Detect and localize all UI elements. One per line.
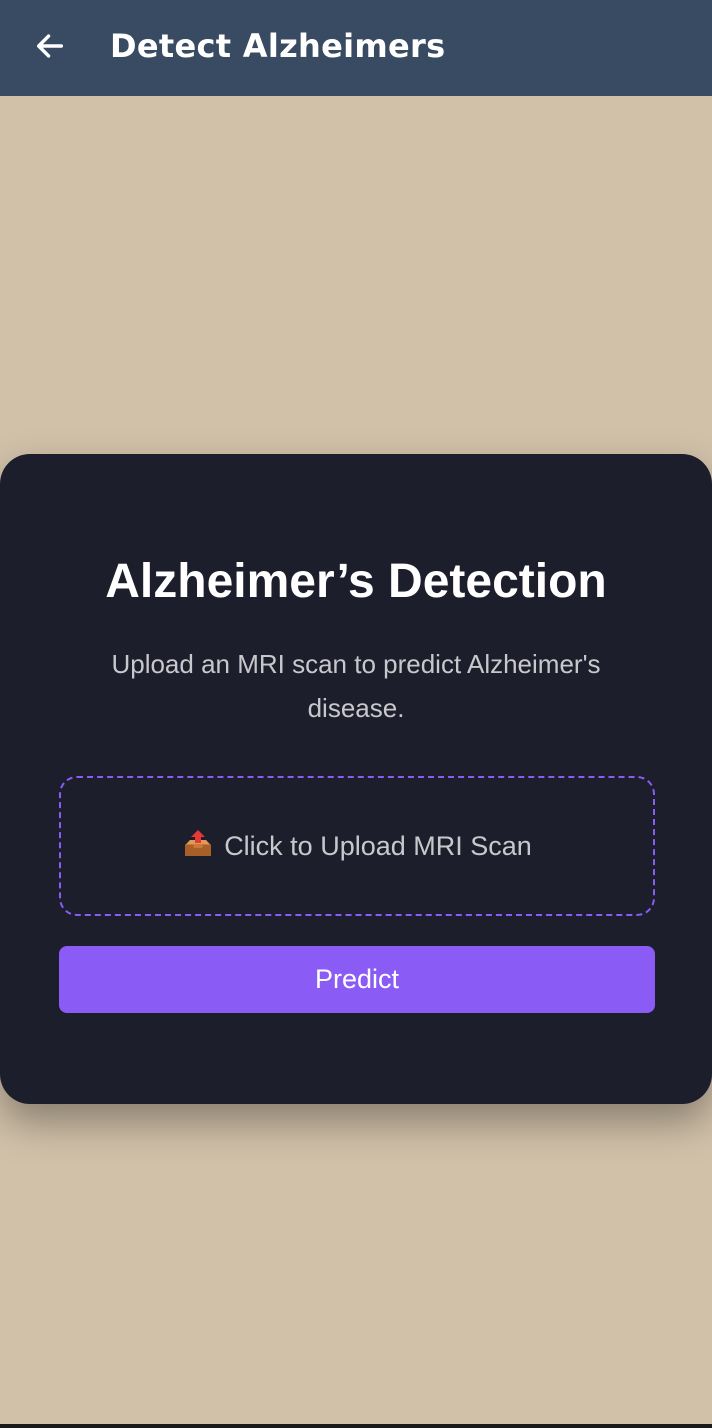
bottom-divider: [0, 1424, 712, 1428]
card-title: Alzheimer’s Detection: [105, 555, 607, 608]
predict-button[interactable]: Predict: [59, 946, 655, 1013]
upload-content: Click to Upload MRI Scan: [182, 829, 532, 863]
card-subtitle: Upload an MRI scan to predict Alzheimer'…: [111, 649, 601, 723]
outbox-tray-icon: [185, 830, 212, 856]
app-bar: Detect Alzheimers: [0, 0, 712, 96]
upload-label: Click to Upload MRI Scan: [224, 831, 532, 861]
arrow-left-icon: [36, 34, 64, 58]
upload-mri-dropzone[interactable]: Click to Upload MRI Scan: [59, 776, 655, 916]
app-title: Detect Alzheimers: [110, 27, 446, 65]
back-button[interactable]: [28, 24, 72, 68]
